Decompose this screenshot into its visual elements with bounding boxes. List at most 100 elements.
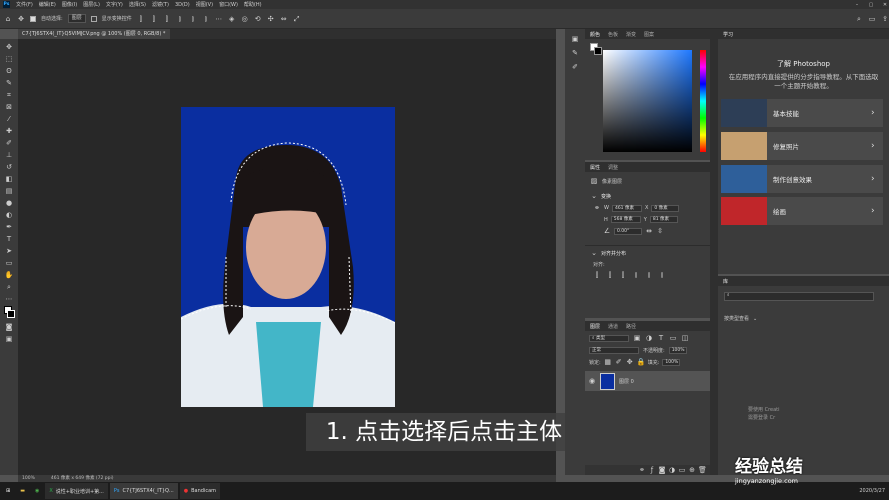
portrait-photo[interactable] [181, 107, 395, 407]
home-icon[interactable]: ⌂ [4, 15, 12, 23]
align-hcenter-icon[interactable]: ⫿ [606, 271, 614, 279]
dodge-tool-icon[interactable]: ◐ [3, 209, 15, 221]
frame-tool-icon[interactable]: ⊠ [3, 101, 15, 113]
layer-row[interactable]: ◉ 图层 0 [585, 371, 710, 391]
quick-select-tool-icon[interactable]: ✎ [3, 77, 15, 89]
eye-icon[interactable]: ◉ [588, 377, 596, 385]
auto-select-dropdown[interactable]: 图层 [67, 14, 86, 23]
menu-image[interactable]: 图像(I) [62, 1, 77, 8]
taskbar-folder[interactable]: ▬ [16, 483, 29, 499]
type-tool-icon[interactable]: T [3, 233, 15, 245]
x-field[interactable]: 0 像素 [651, 204, 680, 212]
workspace-icon[interactable]: ▭ [868, 15, 876, 23]
align-bottom-icon[interactable]: ⫾ [202, 15, 210, 23]
height-field[interactable]: 568 像素 [610, 216, 641, 223]
eyedropper-tool-icon[interactable]: ⁄ [3, 113, 15, 125]
move-tool-icon[interactable]: ✥ [3, 41, 15, 53]
taskbar-browser[interactable]: ◉ [31, 483, 43, 499]
menu-view[interactable]: 视图(V) [196, 1, 213, 8]
close-icon[interactable]: ✕ [881, 1, 889, 9]
trash-icon[interactable]: 🗑 [698, 466, 707, 474]
menu-select[interactable]: 选择(S) [129, 1, 146, 8]
history-icon[interactable]: ▣ [571, 35, 579, 43]
hand-tool-icon[interactable]: ✋ [3, 269, 15, 281]
link-layers-icon[interactable]: ⚭ [638, 466, 646, 474]
brush-settings-icon[interactable]: ✎ [571, 49, 579, 57]
layer-filter-dropdown[interactable]: ⌕ 类型 [589, 334, 629, 342]
menu-help[interactable]: 帮助(H) [244, 1, 262, 8]
taskbar-photoshop[interactable]: Ps C7{TJ6STX4(_IT}Q... [109, 483, 178, 499]
show-transform-checkbox[interactable] [90, 15, 97, 22]
stamp-tool-icon[interactable]: ⊥ [3, 149, 15, 161]
learn-card-basics[interactable]: 基本技能 › [721, 99, 883, 127]
eraser-tool-icon[interactable]: ◧ [3, 173, 15, 185]
filter-smart-icon[interactable]: ◫ [681, 334, 689, 342]
menu-filter[interactable]: 滤镜(T) [152, 1, 169, 8]
expand-icon[interactable]: ⌄ [590, 192, 598, 200]
library-view-dropdown[interactable]: 按类型查看 [724, 315, 749, 322]
lock-pixels-icon[interactable]: ▦ [604, 358, 612, 366]
color-picker-field[interactable] [603, 50, 692, 152]
menu-file[interactable]: 文件(F) [16, 1, 33, 8]
tab-paths[interactable]: 路径 [626, 323, 636, 330]
fx-icon[interactable]: ƒ [648, 466, 656, 474]
ps-logo-icon[interactable]: Ps [3, 1, 10, 8]
chevron-down-icon[interactable]: ⌄ [753, 316, 757, 322]
blend-mode-dropdown[interactable]: 正常 [589, 347, 639, 354]
align-right-icon[interactable]: ⫿ [619, 271, 627, 279]
library-search-input[interactable]: ⌕ [724, 292, 874, 301]
gradient-tool-icon[interactable]: ▤ [3, 185, 15, 197]
crop-tool-icon[interactable]: ⌗ [3, 89, 15, 101]
align-left-icon[interactable]: ⫿ [137, 15, 145, 23]
tab-layers[interactable]: 图层 [590, 323, 600, 330]
filter-shape-icon[interactable]: ▭ [669, 334, 677, 342]
menu-edit[interactable]: 编辑(E) [39, 1, 56, 8]
more-tools-icon[interactable]: ⋯ [3, 293, 15, 305]
fill-field[interactable]: 100% [662, 358, 681, 366]
filter-type-icon[interactable]: T [657, 334, 665, 342]
hue-slider[interactable] [700, 50, 706, 152]
shape-tool-icon[interactable]: ▭ [3, 257, 15, 269]
lock-move-icon[interactable]: ✥ [626, 358, 634, 366]
tab-properties[interactable]: 属性 [590, 164, 600, 171]
align-right-icon[interactable]: ⫿ [163, 15, 171, 23]
taskbar-bandicam[interactable]: ● Bandicam [179, 483, 221, 499]
tab-patterns[interactable]: 图案 [644, 31, 654, 38]
path-select-tool-icon[interactable]: ➤ [3, 245, 15, 257]
menu-window[interactable]: 窗口(W) [219, 1, 238, 8]
filter-pixel-icon[interactable]: ▣ [633, 334, 641, 342]
learn-card-creative-effects[interactable]: 制作创意效果 › [721, 165, 883, 193]
taskbar-excel[interactable]: X 说性+职业培训+第... [45, 483, 108, 499]
flip-v-icon[interactable]: ⇳ [656, 227, 664, 235]
align-top-icon[interactable]: ⫾ [176, 15, 184, 23]
menu-type[interactable]: 文字(Y) [106, 1, 123, 8]
align-bottom-icon[interactable]: ⫾ [658, 271, 666, 279]
distribute-icon[interactable]: ⋯ [215, 15, 223, 23]
align-middle-icon[interactable]: ⫾ [189, 15, 197, 23]
3d-roll-icon[interactable]: ⟲ [254, 15, 262, 23]
expand-icon[interactable]: ⌄ [590, 249, 598, 257]
tab-swatches[interactable]: 色板 [608, 31, 618, 38]
pen-tool-icon[interactable]: ✒ [3, 221, 15, 233]
opacity-field[interactable]: 100% [668, 347, 687, 354]
tab-channels[interactable]: 通道 [608, 323, 618, 330]
zoom-level[interactable]: 100% [22, 475, 35, 482]
history-brush-icon[interactable]: ↺ [3, 161, 15, 173]
new-layer-icon[interactable]: ⊕ [688, 466, 696, 474]
menu-3d[interactable]: 3D(D) [175, 2, 190, 8]
brush-tool-icon[interactable]: ✐ [3, 137, 15, 149]
tab-adjustments[interactable]: 调整 [608, 164, 618, 171]
search-icon[interactable]: ⌕ [855, 15, 863, 23]
mask-icon[interactable]: ◙ [658, 466, 666, 474]
adjust-icon[interactable]: ✐ [571, 63, 579, 71]
lasso-tool-icon[interactable]: ʘ [3, 65, 15, 77]
screen-mode-icon[interactable]: ▣ [3, 333, 15, 345]
align-center-icon[interactable]: ⫿ [150, 15, 158, 23]
healing-tool-icon[interactable]: ✚ [3, 125, 15, 137]
align-left-icon[interactable]: ⫿ [593, 271, 601, 279]
share-icon[interactable]: ⇪ [881, 15, 889, 23]
tab-color[interactable]: 颜色 [590, 31, 600, 38]
3d-mode-icon[interactable]: ◈ [228, 15, 236, 23]
tab-libraries[interactable]: 库 [723, 278, 728, 285]
taskbar-start[interactable]: ⊞ [2, 483, 14, 499]
